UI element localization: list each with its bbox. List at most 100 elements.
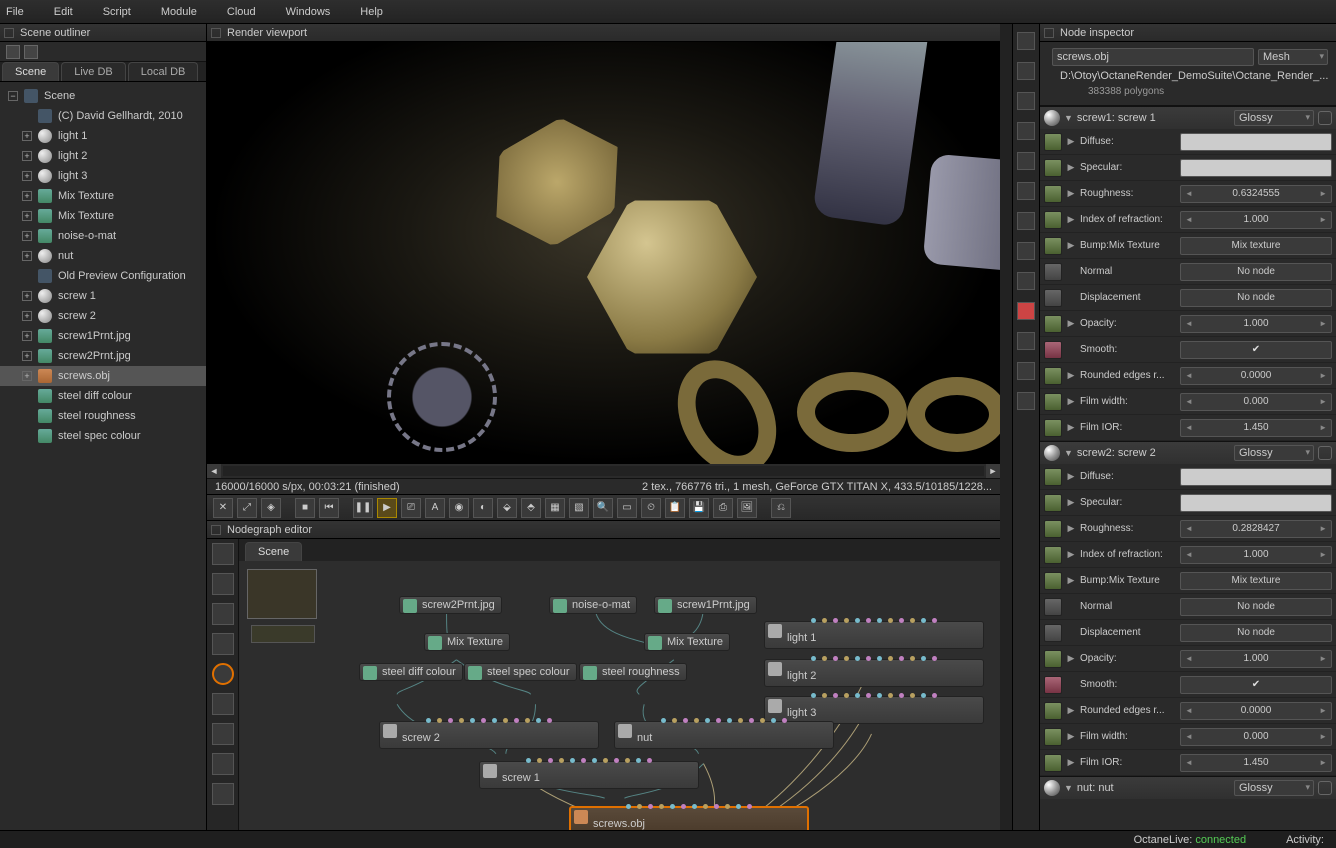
toolbar-icon[interactable]: 🖼: [737, 498, 757, 518]
property-icon[interactable]: [1044, 185, 1062, 203]
tab-localdb[interactable]: Local DB: [128, 62, 199, 81]
property-icon[interactable]: [1044, 650, 1062, 668]
nodegraph-canvas[interactable]: screw2Prnt.jpg noise-o-mat screw1Prnt.jp…: [239, 561, 1000, 830]
node[interactable]: Mix Texture: [424, 633, 510, 651]
node[interactable]: screw2Prnt.jpg: [399, 596, 502, 614]
toolbar-icon[interactable]: ◈: [261, 498, 281, 518]
sidebar-icon[interactable]: [1017, 392, 1035, 410]
toolbar-icon[interactable]: ▦: [545, 498, 565, 518]
pause-button[interactable]: ❚❚: [353, 498, 373, 518]
material-header[interactable]: ▼ screw2: screw 2 Glossy: [1040, 442, 1336, 464]
node[interactable]: screw 1: [479, 761, 699, 789]
menu-cloud[interactable]: Cloud: [227, 6, 256, 18]
menu-help[interactable]: Help: [360, 6, 383, 18]
expand-icon[interactable]: ▼: [1064, 448, 1073, 458]
material-header[interactable]: ▼ nut: nut Glossy: [1040, 777, 1336, 799]
property-icon[interactable]: [1044, 494, 1062, 512]
toolbar-icon[interactable]: 💾: [689, 498, 709, 518]
toolbar-icon[interactable]: ◐: [473, 498, 493, 518]
sidebar-icon[interactable]: [1017, 62, 1035, 80]
property-icon[interactable]: [1044, 598, 1062, 616]
menu-module[interactable]: Module: [161, 6, 197, 18]
expand-icon[interactable]: ▶: [1066, 422, 1076, 433]
property-icon[interactable]: [1044, 289, 1062, 307]
property-value[interactable]: 0.6324555: [1180, 185, 1332, 203]
property-icon[interactable]: [1044, 468, 1062, 486]
tree-item[interactable]: (C) David Gellhardt, 2010: [0, 106, 206, 126]
node[interactable]: light 1: [764, 621, 984, 649]
sidebar-icon[interactable]: [1017, 302, 1035, 320]
sidebar-icon[interactable]: [1017, 362, 1035, 380]
property-icon[interactable]: [1044, 237, 1062, 255]
menu-edit[interactable]: Edit: [54, 6, 73, 18]
tree-item[interactable]: +Mix Texture: [0, 206, 206, 226]
property-icon[interactable]: [1044, 572, 1062, 590]
tree-item[interactable]: steel spec colour: [0, 426, 206, 446]
property-value[interactable]: 1.000: [1180, 546, 1332, 564]
ng-tool-icon[interactable]: [212, 633, 234, 655]
toolbar-icon[interactable]: ▧: [569, 498, 589, 518]
ng-tool-icon[interactable]: [212, 753, 234, 775]
sidebar-icon[interactable]: [1017, 152, 1035, 170]
visibility-icon[interactable]: [1318, 111, 1332, 125]
property-icon[interactable]: [1044, 728, 1062, 746]
ng-tool-icon[interactable]: [212, 573, 234, 595]
ng-tool-icon[interactable]: [212, 603, 234, 625]
property-value[interactable]: 1.000: [1180, 315, 1332, 333]
sidebar-icon[interactable]: [1017, 242, 1035, 260]
tree-item[interactable]: +screw2Prnt.jpg: [0, 346, 206, 366]
property-icon[interactable]: [1044, 133, 1062, 151]
scene-tree[interactable]: −Scene (C) David Gellhardt, 2010 +light …: [0, 82, 206, 830]
property-icon[interactable]: [1044, 520, 1062, 538]
tab-livedb[interactable]: Live DB: [61, 62, 126, 81]
toolbar-icon[interactable]: ⎌: [771, 498, 791, 518]
property-icon[interactable]: [1044, 702, 1062, 720]
sidebar-icon[interactable]: [1017, 92, 1035, 110]
sidebar-icon[interactable]: [1017, 212, 1035, 230]
menu-script[interactable]: Script: [103, 6, 131, 18]
material-header[interactable]: ▼ screw1: screw 1 Glossy: [1040, 107, 1336, 129]
property-value[interactable]: Mix texture: [1180, 572, 1332, 590]
scroll-left-icon[interactable]: ◄: [207, 464, 221, 478]
sidebar-icon[interactable]: [1017, 182, 1035, 200]
tree-item[interactable]: +Mix Texture: [0, 186, 206, 206]
node[interactable]: screw 2: [379, 721, 599, 749]
scroll-right-icon[interactable]: ►: [986, 464, 1000, 478]
node[interactable]: steel diff colour: [359, 663, 463, 681]
property-icon[interactable]: [1044, 211, 1062, 229]
property-value[interactable]: [1180, 133, 1332, 151]
property-value[interactable]: No node: [1180, 598, 1332, 616]
property-value[interactable]: 0.2828427: [1180, 520, 1332, 538]
property-icon[interactable]: [1044, 341, 1062, 359]
expand-icon[interactable]: ▶: [1066, 653, 1076, 664]
property-value[interactable]: Mix texture: [1180, 237, 1332, 255]
expand-icon[interactable]: ▶: [1066, 136, 1076, 147]
property-icon[interactable]: [1044, 624, 1062, 642]
expand-icon[interactable]: ▶: [1066, 214, 1076, 225]
expand-icon[interactable]: ▼: [1064, 113, 1073, 123]
outliner-tool-icon[interactable]: [6, 45, 20, 59]
ng-minimap[interactable]: [247, 569, 317, 619]
outliner-tool-icon[interactable]: [24, 45, 38, 59]
ng-tool-icon-active[interactable]: [212, 663, 234, 685]
menu-file[interactable]: File: [6, 6, 24, 18]
sidebar-icon[interactable]: [1017, 332, 1035, 350]
expand-icon[interactable]: ▶: [1066, 318, 1076, 329]
property-icon[interactable]: [1044, 676, 1062, 694]
sidebar-icon[interactable]: [1017, 32, 1035, 50]
property-icon[interactable]: [1044, 419, 1062, 437]
property-value[interactable]: 1.000: [1180, 211, 1332, 229]
tree-item[interactable]: +screw1Prnt.jpg: [0, 326, 206, 346]
tree-item[interactable]: +light 2: [0, 146, 206, 166]
object-type-select[interactable]: Mesh: [1258, 49, 1328, 65]
expand-icon[interactable]: ▶: [1066, 396, 1076, 407]
toolbar-icon[interactable]: A: [425, 498, 445, 518]
property-value[interactable]: 1.000: [1180, 650, 1332, 668]
property-value[interactable]: 0.000: [1180, 728, 1332, 746]
toolbar-icon[interactable]: ⬘: [521, 498, 541, 518]
property-value[interactable]: [1180, 341, 1332, 359]
expand-icon[interactable]: ▶: [1066, 575, 1076, 586]
tree-item[interactable]: +light 3: [0, 166, 206, 186]
property-value[interactable]: No node: [1180, 289, 1332, 307]
play-button[interactable]: ▶: [377, 498, 397, 518]
